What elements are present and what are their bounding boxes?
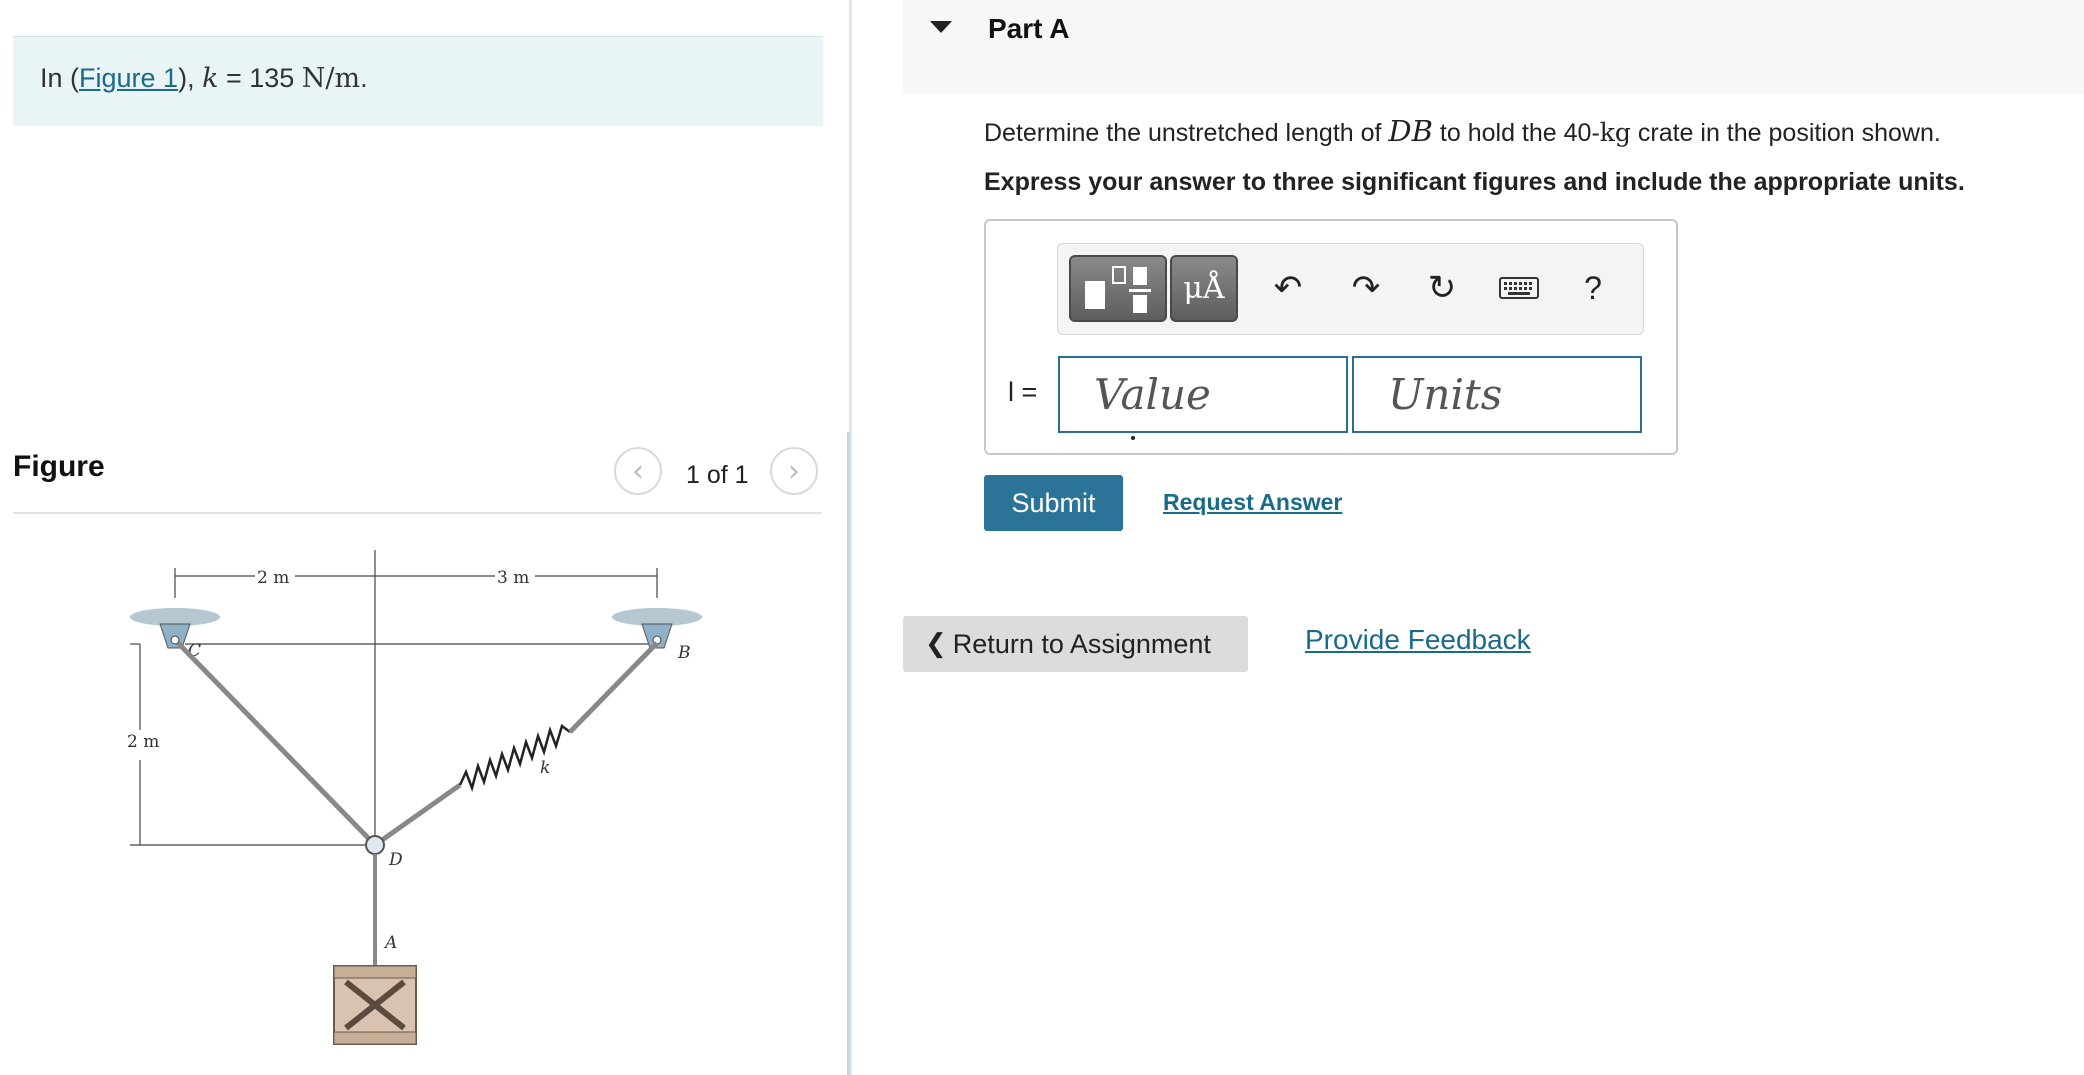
answer-box: μÅ ↶ ↷ ↻ ? l = [984,219,1678,455]
help-button[interactable]: ? [1571,266,1615,310]
problem-statement-box: In (Figure 1), k = 135 N/m. [13,37,823,126]
units-input[interactable] [1352,356,1642,433]
problem-units: N/m [301,63,361,94]
question-prefix: Determine the unstretched length of [984,119,1389,147]
spring-k [458,723,571,793]
support-c [130,608,220,649]
units-button[interactable]: μÅ [1170,255,1238,322]
answer-variable-label: l = [1008,377,1038,407]
question-variable: DB [1388,114,1433,148]
left-pane: In (Figure 1), k = 135 N/m. Figure ‹ 1 o… [0,0,849,1075]
dimension-lines [130,550,660,846]
dim-top-right-label: 3 m [497,568,529,588]
pane-splitter-handle[interactable] [847,432,850,1075]
spring-k-label: k [540,758,550,778]
submit-button[interactable]: Submit [984,475,1123,531]
part-a-header[interactable]: Part A [903,0,2084,94]
figure-page-count: 1 of 1 [686,461,749,489]
keyboard-icon[interactable] [1492,266,1546,310]
keyboard-glyph [1499,277,1539,299]
dim-top-left-label: 2 m [257,568,289,588]
problem-equals: = 135 [218,63,302,93]
point-b-label: B [677,643,691,663]
answer-instruction: Express your answer to three significant… [984,168,1965,196]
return-label: Return to Assignment [952,628,1211,659]
templates-icon [1085,266,1151,313]
figure-heading: Figure [13,450,105,483]
redo-icon[interactable]: ↷ [1344,266,1388,310]
question-mid: to hold the 40- [1432,119,1600,147]
problem-suffix-open: ), [178,63,203,93]
dim-left-label: 2 m [127,732,159,752]
templates-button[interactable] [1069,255,1167,322]
k-symbol: k [202,63,219,94]
problem-prefix: In ( [40,63,80,93]
next-figure-button[interactable]: › [770,447,818,495]
value-input[interactable] [1058,356,1348,433]
math-toolbar: μÅ ↶ ↷ ↻ ? [1057,243,1644,335]
chevron-left-icon: ❮ [925,629,947,659]
ring-d [365,835,385,855]
request-answer-link[interactable]: Request Answer [1163,489,1342,516]
provide-feedback-link[interactable]: Provide Feedback [1305,624,1531,656]
point-a-label: A [383,933,397,953]
question-unit: kg [1599,118,1631,147]
problem-statement: In (Figure 1), k = 135 N/m. [40,63,368,94]
previous-figure-button[interactable]: ‹ [614,447,662,495]
return-to-assignment-button[interactable]: ❮ Return to Assignment [903,616,1248,672]
point-d-label: D [388,850,403,870]
crate [333,965,417,1045]
reset-icon[interactable]: ↻ [1420,266,1464,310]
question-text: Determine the unstretched length of DB t… [984,114,1941,148]
collapse-caret-icon[interactable] [930,21,952,33]
chevron-right-icon: › [788,453,800,489]
question-suffix: crate in the position shown. [1630,119,1941,147]
input-cursor-dot [1131,436,1135,440]
cable-d-spring [373,782,462,848]
problem-period: . [360,63,368,93]
cable-spring-b [568,641,659,734]
figure-divider [13,512,821,514]
support-b [612,608,702,649]
chevron-left-icon: ‹ [632,453,644,489]
figure-link[interactable]: Figure 1 [79,63,178,93]
undo-icon[interactable]: ↶ [1266,266,1310,310]
cable-cd [176,641,377,847]
figure-diagram: 2 m 3 m 2 m C B k D A [127,550,702,1045]
part-title: Part A [988,13,1070,44]
